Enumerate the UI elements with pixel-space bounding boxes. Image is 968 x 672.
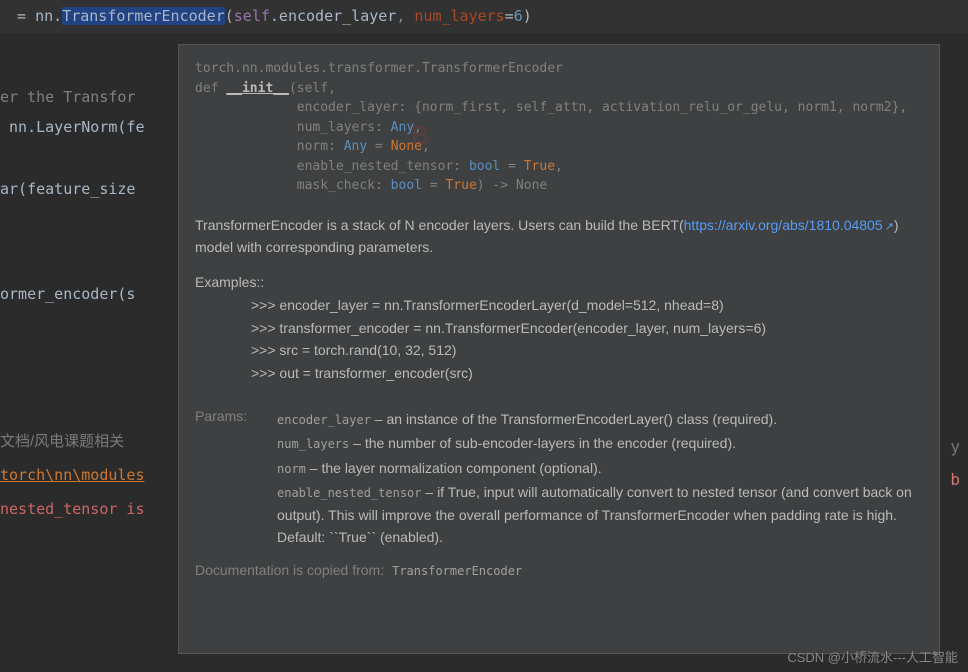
eq: = <box>367 139 390 154</box>
example-line: >>> transformer_encoder = nn.Transformer… <box>251 317 923 339</box>
param-name: enable_nested_tensor <box>277 486 422 500</box>
external-link-icon: ↗ <box>885 221 894 233</box>
selected-identifier[interactable]: TransformerEncoder <box>62 7 225 25</box>
example-line: >>> encoder_layer = nn.TransformerEncode… <box>251 294 923 316</box>
code-line-active[interactable]: = nn.TransformerEncoder(self.encoder_lay… <box>0 0 968 33</box>
watermark-logo: B <box>411 120 430 151</box>
param-name: encoder_layer <box>277 413 371 427</box>
arxiv-link[interactable]: https://arxiv.org/abs/1810.04805 <box>684 217 883 233</box>
type-hint: Any <box>344 139 367 154</box>
comma: , <box>396 7 414 25</box>
code-bg-line: ormer_encoder(s <box>0 285 135 303</box>
param-item: encoder_layer – an instance of the Trans… <box>277 408 923 430</box>
right-char: y <box>950 437 960 456</box>
sig-param: norm: <box>195 139 344 154</box>
code-text: = nn. <box>8 7 62 25</box>
code-bg-line: 文档/风电课题相关 <box>0 430 124 451</box>
param-name: num_layers <box>277 437 349 451</box>
self-keyword: self <box>234 7 270 25</box>
sig-param: enable_nested_tensor: <box>195 159 469 174</box>
eq: = <box>422 178 445 193</box>
doc-source: Documentation is copied from: Transformer… <box>195 562 923 578</box>
params-list: encoder_layer – an instance of the Trans… <box>277 408 923 550</box>
default-value: True <box>445 178 476 193</box>
sig-param: num_layers: <box>195 120 391 135</box>
desc-part1: TransformerEncoder is a stack of N encod… <box>195 217 684 233</box>
doc-from-name: TransformerEncoder <box>392 564 522 578</box>
example-line: >>> out = transformer_encoder(src) <box>251 362 923 384</box>
method-name: __init__ <box>226 81 289 96</box>
code-bg-line: nn.LayerNorm(fe <box>0 118 145 136</box>
code-bg-line: torch\nn\modules <box>0 466 145 484</box>
params-label: Params: <box>195 408 253 550</box>
examples-header: Examples:: <box>195 274 923 290</box>
params-section: Params: encoder_layer – an instance of t… <box>195 408 923 550</box>
kwarg-name: num_layers <box>414 7 504 25</box>
code-bg-line: nested_tensor is <box>0 500 145 518</box>
param-desc: – the layer normalization component (opt… <box>306 460 602 476</box>
attr-access: .encoder_layer <box>270 7 396 25</box>
example-line: >>> src = torch.rand(10, 32, 512) <box>251 339 923 361</box>
equals: = <box>505 7 514 25</box>
param-name: norm <box>277 462 306 476</box>
param-item: norm – the layer normalization component… <box>277 457 923 479</box>
def-keyword: def <box>195 81 226 96</box>
csdn-watermark: CSDN @小桥流水---人工智能 <box>787 647 958 666</box>
default-value: True <box>524 159 555 174</box>
editor-background: = nn.TransformerEncoder(self.encoder_lay… <box>0 0 968 672</box>
type-hint: bool <box>391 178 422 193</box>
number-literal: 6 <box>514 7 523 25</box>
type-hint: bool <box>469 159 500 174</box>
documentation-popup[interactable]: B torch.nn.modules.transformer.Transform… <box>178 44 940 654</box>
sig-param: encoder_layer: {norm_first, self_attn, a… <box>195 100 907 115</box>
comma: , <box>555 159 563 174</box>
sig-param: mask_check: <box>195 178 391 193</box>
param-desc: – the number of sub-encoder-layers in th… <box>349 435 736 451</box>
code-bg-line: er the Transfor <box>0 88 135 106</box>
param-desc: – an instance of the TransformerEncoderL… <box>371 411 777 427</box>
module-path: torch.nn.modules.transformer.Transformer… <box>195 61 563 76</box>
paren-close: ) <box>523 7 532 25</box>
right-char: b <box>950 470 960 489</box>
doc-from-label: Documentation is copied from: <box>195 562 384 578</box>
param-item: enable_nested_tensor – if True, input wi… <box>277 481 923 548</box>
examples-block: >>> encoder_layer = nn.TransformerEncode… <box>195 294 923 384</box>
paren-open: ( <box>225 7 234 25</box>
description-text: TransformerEncoder is a stack of N encod… <box>195 214 923 259</box>
eq: = <box>500 159 523 174</box>
sig-self: (self, <box>289 81 336 96</box>
signature-block: torch.nn.modules.transformer.Transformer… <box>195 59 923 196</box>
param-item: num_layers – the number of sub-encoder-l… <box>277 432 923 454</box>
code-bg-line: ar(feature_size <box>0 180 135 198</box>
return-annot: ) -> None <box>477 178 547 193</box>
